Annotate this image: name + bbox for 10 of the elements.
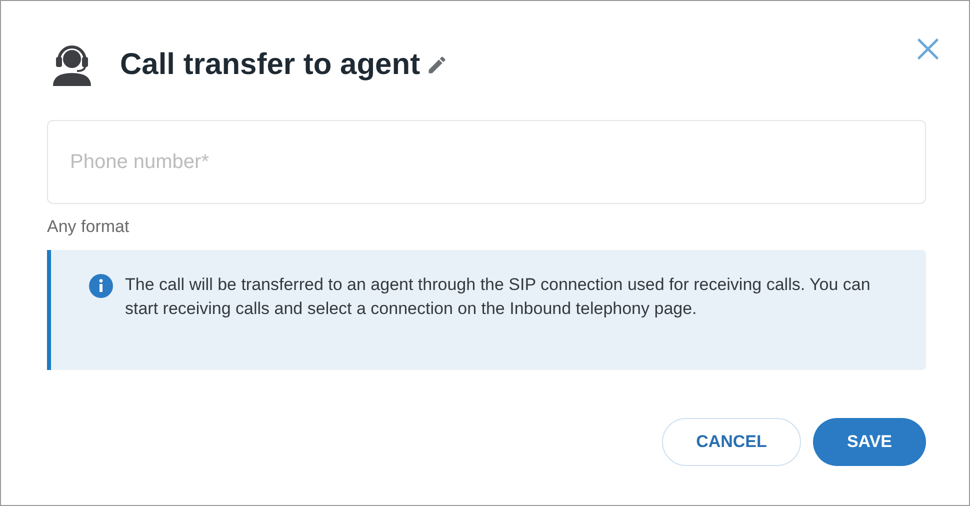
dialog-title: Call transfer to agent (120, 50, 420, 80)
phone-number-field[interactable]: Phone number* (47, 120, 926, 204)
close-icon[interactable] (917, 38, 939, 60)
pencil-icon[interactable] (426, 54, 448, 76)
field-hint: Any format (47, 216, 130, 238)
headset-agent-icon (51, 44, 93, 86)
save-button[interactable]: SAVE (813, 418, 926, 466)
info-icon (89, 274, 113, 298)
info-text: The call will be transferred to an agent through the SIP connection used for receiving calls. You can start receiving calls and select a connection on the Inbound telephony page. (125, 274, 872, 320)
cancel-button[interactable]: CANCEL (662, 418, 801, 466)
